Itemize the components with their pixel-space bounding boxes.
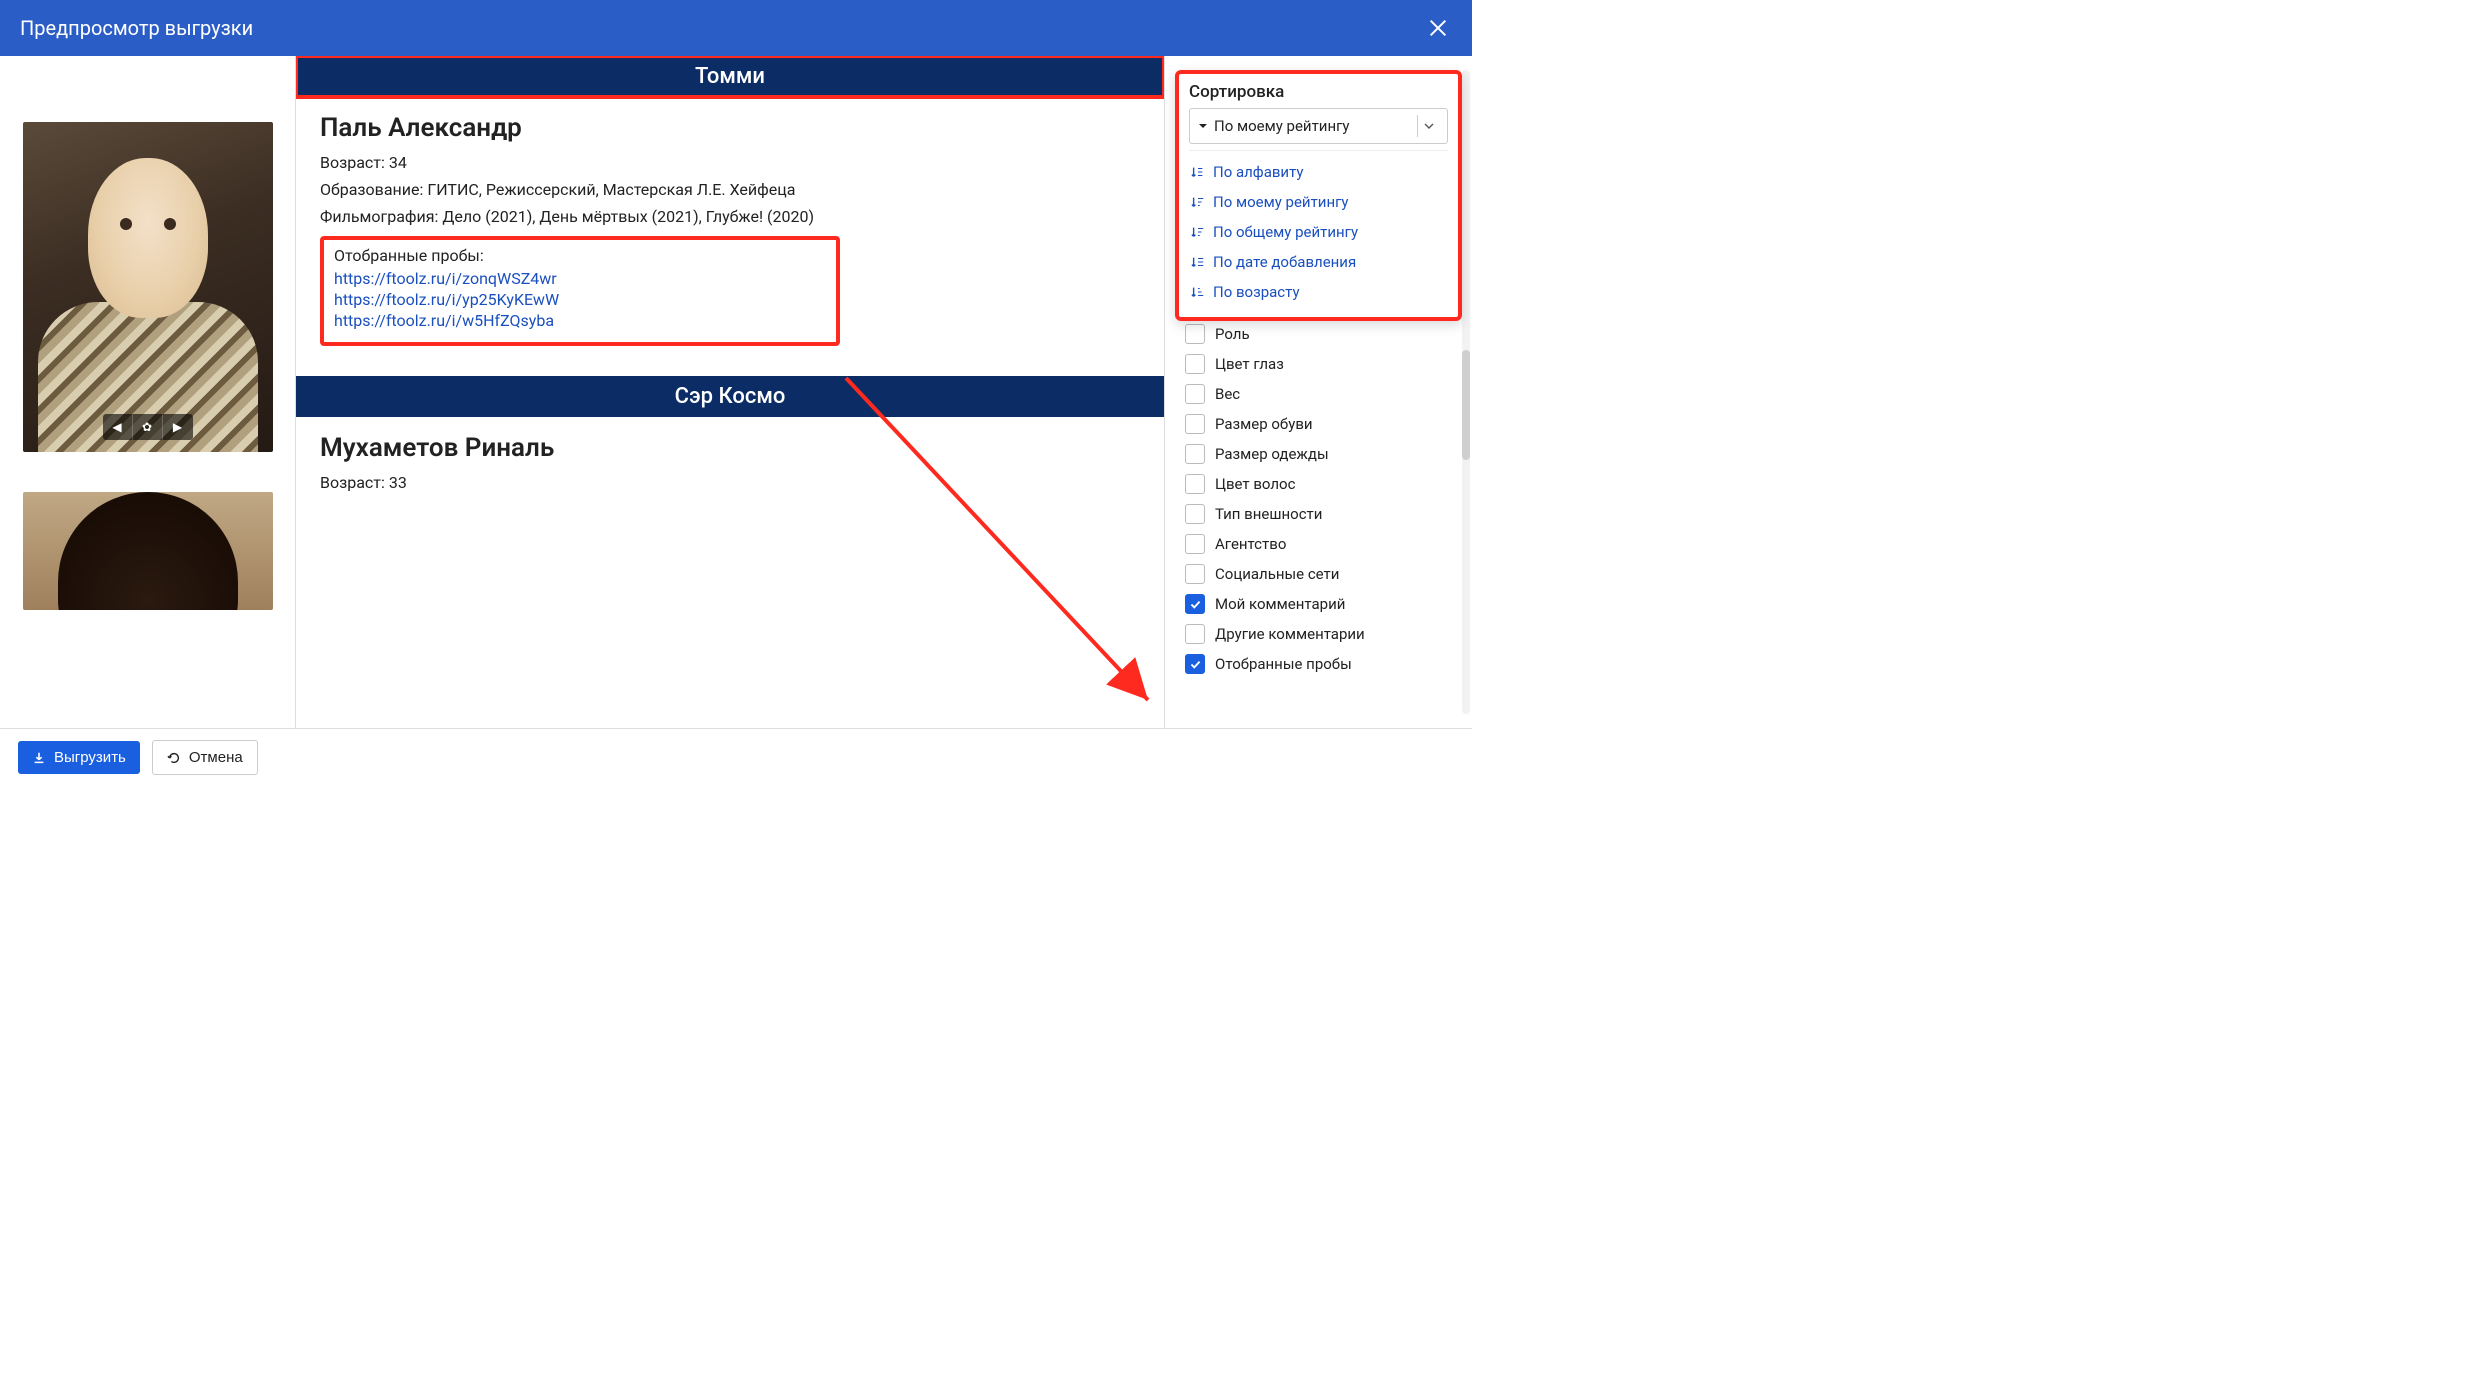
filter-clothes-size[interactable]: Размер одежды bbox=[1185, 444, 1456, 464]
dialog-header: Предпросмотр выгрузки bbox=[0, 0, 1472, 56]
close-icon bbox=[1427, 17, 1449, 39]
actor-name-2: Мухаметов Риналь bbox=[320, 433, 1140, 463]
filter-other-comments[interactable]: Другие комментарии bbox=[1185, 624, 1456, 644]
photo-controls: ◀ ✿ ▶ bbox=[103, 414, 193, 440]
scrollbar-thumb[interactable] bbox=[1462, 350, 1470, 460]
actor-name: Паль Александр bbox=[320, 113, 1140, 143]
chevron-down-icon bbox=[1424, 121, 1434, 131]
dialog-title: Предпросмотр выгрузки bbox=[20, 16, 253, 40]
photo-prev-button[interactable]: ◀ bbox=[103, 414, 133, 440]
undo-icon bbox=[167, 751, 181, 765]
sort-option-general-rating[interactable]: По общему рейтингу bbox=[1189, 217, 1448, 247]
filter-role[interactable]: Роль bbox=[1185, 324, 1456, 344]
filter-my-comment[interactable]: Мой комментарий bbox=[1185, 594, 1456, 614]
sidebar: Роль Цвет глаз Вес Размер обуви Размер о… bbox=[1164, 56, 1472, 728]
filter-list: Роль Цвет глаз Вес Размер обуви Размер о… bbox=[1181, 324, 1456, 674]
filter-shoe-size[interactable]: Размер обуви bbox=[1185, 414, 1456, 434]
main-column: Томми Паль Александр Возраст: 34 Образов… bbox=[296, 56, 1164, 728]
sort-option-my-rating[interactable]: По моему рейтингу bbox=[1189, 187, 1448, 217]
sort-option-age[interactable]: По возрасту bbox=[1189, 277, 1448, 307]
sort-select[interactable]: По моему рейтингу bbox=[1189, 108, 1448, 144]
sort-dropdown-caret[interactable] bbox=[1417, 115, 1439, 137]
role-name: Сэр Космо bbox=[675, 384, 786, 409]
sort-title: Сортировка bbox=[1189, 82, 1448, 102]
actor-filmography: Фильмография: Дело (2021), День мёртвых … bbox=[320, 207, 1140, 226]
filter-selected-probes[interactable]: Отобранные пробы bbox=[1185, 654, 1456, 674]
selected-probes-box: Отобранные пробы: https://ftoolz.ru/i/zo… bbox=[320, 236, 840, 346]
sort-general-icon bbox=[1191, 225, 1205, 239]
export-button[interactable]: Выгрузить bbox=[18, 741, 140, 774]
sort-option-date[interactable]: По дате добавления bbox=[1189, 247, 1448, 277]
download-icon bbox=[32, 751, 46, 765]
photo-next-button[interactable]: ▶ bbox=[163, 414, 193, 440]
sort-option-alphabet[interactable]: По алфавиту bbox=[1189, 157, 1448, 187]
probe-link[interactable]: https://ftoolz.ru/i/yp25KyKEwW bbox=[334, 290, 826, 309]
sort-date-icon bbox=[1191, 255, 1205, 269]
probe-link[interactable]: https://ftoolz.ru/i/zonqWSZ4wr bbox=[334, 269, 826, 288]
actor-photo[interactable]: ◀ ✿ ▶ bbox=[23, 122, 273, 452]
probe-link[interactable]: https://ftoolz.ru/i/w5HfZQsyba bbox=[334, 311, 826, 330]
scrollbar-track[interactable] bbox=[1462, 70, 1470, 714]
photo-column: ◀ ✿ ▶ bbox=[0, 56, 296, 728]
footer: Выгрузить Отмена bbox=[0, 728, 1472, 786]
filter-appearance-type[interactable]: Тип внешности bbox=[1185, 504, 1456, 524]
actor-photo-2[interactable] bbox=[23, 492, 273, 610]
actor-age: Возраст: 34 bbox=[320, 153, 1140, 172]
caret-down-icon bbox=[1198, 121, 1208, 131]
actor-block: Паль Александр Возраст: 34 Образование: … bbox=[296, 97, 1164, 376]
filter-weight[interactable]: Вес bbox=[1185, 384, 1456, 404]
filter-agency[interactable]: Агентство bbox=[1185, 534, 1456, 554]
filter-hair-color[interactable]: Цвет волос bbox=[1185, 474, 1456, 494]
close-button[interactable] bbox=[1424, 14, 1452, 42]
sort-age-icon bbox=[1191, 285, 1205, 299]
photo-settings-button[interactable]: ✿ bbox=[133, 414, 163, 440]
sort-rating-icon bbox=[1191, 195, 1205, 209]
role-name: Томми bbox=[695, 64, 765, 89]
sort-selected-label: По моему рейтингу bbox=[1214, 117, 1350, 135]
cancel-button[interactable]: Отмена bbox=[152, 740, 258, 775]
role-header-tommy: Томми bbox=[296, 56, 1164, 97]
filter-eye-color[interactable]: Цвет глаз bbox=[1185, 354, 1456, 374]
actor-age-2: Возраст: 33 bbox=[320, 473, 1140, 492]
sort-menu: По алфавиту По моему рейтингу По общему … bbox=[1189, 150, 1448, 307]
actor-education: Образование: ГИТИС, Режиссерский, Мастер… bbox=[320, 180, 1140, 199]
filter-social[interactable]: Социальные сети bbox=[1185, 564, 1456, 584]
sort-panel: Сортировка По моему рейтингу По алфавиту bbox=[1175, 70, 1462, 321]
role-header-cosmo: Сэр Космо bbox=[296, 376, 1164, 417]
sort-az-icon bbox=[1191, 165, 1205, 179]
actor-block-2: Мухаметов Риналь Возраст: 33 bbox=[296, 417, 1164, 530]
probes-label: Отобранные пробы: bbox=[334, 246, 826, 265]
